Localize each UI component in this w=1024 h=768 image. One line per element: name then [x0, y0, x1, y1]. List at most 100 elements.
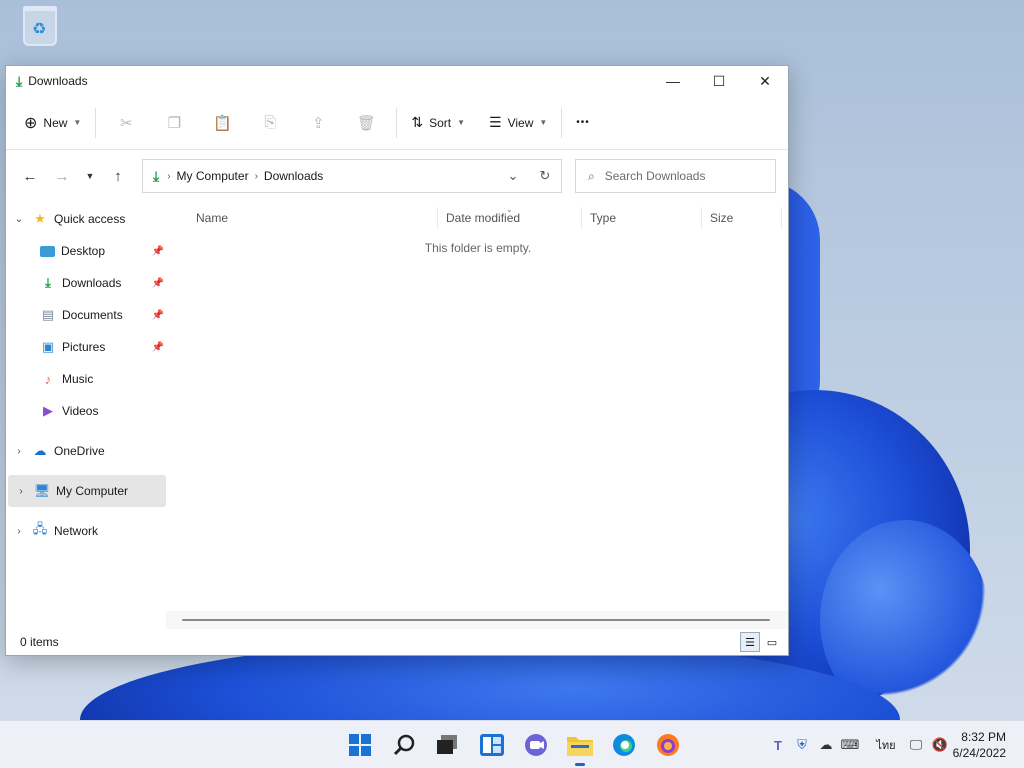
volume-muted-icon[interactable]: 🔇	[928, 737, 952, 753]
chevron-right-icon[interactable]: ›	[6, 526, 32, 537]
details-view-button[interactable]: ☰	[740, 632, 760, 652]
minimize-button[interactable]: —	[650, 66, 696, 96]
clock[interactable]: 8:32 PM 6/24/2022	[952, 729, 1024, 761]
scrollbar-thumb[interactable]	[182, 619, 770, 621]
recent-locations-button[interactable]: ▼	[78, 160, 102, 192]
pin-icon: 📌	[151, 245, 164, 257]
breadcrumb-downloads[interactable]: Downloads	[264, 169, 323, 183]
arrow-up-icon: ↑	[114, 167, 122, 185]
breadcrumb-my-computer[interactable]: My Computer	[177, 169, 249, 183]
nav-desktop[interactable]: Desktop 📌	[6, 235, 166, 267]
details-view-icon: ☰	[745, 636, 755, 649]
copy-icon[interactable]: ❐	[150, 107, 198, 139]
window-title: Downloads	[28, 74, 88, 88]
video-icon: ▶	[43, 403, 53, 418]
windows-logo-icon	[349, 734, 371, 756]
close-button[interactable]: ✕	[742, 66, 788, 96]
star-icon: ★	[34, 211, 46, 226]
chevron-right-icon[interactable]: ›	[6, 446, 32, 457]
computer-icon: 🖥	[33, 483, 51, 498]
network-tray-icon[interactable]: 🖵	[904, 737, 928, 753]
document-icon: ▤	[41, 307, 55, 322]
chevron-down-icon: ▼	[73, 118, 82, 127]
sort-button[interactable]: ⇅ Sort ▼	[403, 107, 473, 139]
taskbar: T ⛨ ☁ ⌨ ไทย 🖵 🔇 8:32 PM 6/24/2022	[0, 720, 1024, 768]
column-header-type[interactable]: Type	[582, 207, 702, 229]
nav-label: Pictures	[62, 340, 106, 354]
nav-downloads[interactable]: ⤓ Downloads 📌	[6, 267, 166, 299]
paste-icon[interactable]: 📋	[198, 107, 246, 139]
teams-chat-icon	[525, 734, 547, 756]
nav-onedrive[interactable]: › ☁ OneDrive	[6, 435, 166, 467]
file-explorer-taskbar-button[interactable]	[558, 721, 602, 768]
nav-my-computer[interactable]: › 🖥 My Computer	[8, 475, 166, 507]
search-box[interactable]: ⌕	[575, 159, 776, 193]
nav-videos[interactable]: ▶ Videos	[6, 395, 166, 427]
pictures-icon: ▣	[41, 339, 55, 354]
nav-label: Music	[62, 372, 94, 386]
item-count: 0 items	[20, 635, 59, 649]
forward-button[interactable]: →	[46, 160, 78, 192]
recycle-bin-icon: ♻	[23, 6, 57, 46]
nav-music[interactable]: ♪ Music	[6, 363, 166, 395]
column-header-size[interactable]: Size	[702, 207, 782, 229]
download-arrow-icon: ⤓	[16, 72, 23, 89]
view-list-icon: ☰	[489, 114, 502, 130]
column-header-date-modified[interactable]: ⌄ Date modified	[438, 205, 582, 229]
search-taskbar-button[interactable]	[382, 721, 426, 768]
security-shield-icon[interactable]: ⛨	[790, 737, 814, 753]
start-button[interactable]	[338, 721, 382, 768]
maximize-button[interactable]: ☐	[696, 66, 742, 96]
more-options-button[interactable]: •••	[568, 107, 598, 139]
cut-icon[interactable]: ✂	[102, 107, 150, 139]
cloud-offline-icon[interactable]: ☁	[814, 737, 838, 753]
system-tray: T ⛨ ☁ ⌨ ไทย 🖵 🔇 8:32 PM 6/24/2022	[766, 721, 1024, 768]
address-bar[interactable]: ⤓ › My Computer › Downloads ⌄ ↻	[142, 159, 562, 193]
nav-network[interactable]: › 🖧 Network	[6, 515, 166, 547]
column-header-name[interactable]: Name	[166, 207, 438, 229]
nav-quick-access[interactable]: ⌄ ★ Quick access	[6, 203, 166, 235]
task-view-icon	[437, 735, 457, 754]
chevron-right-icon[interactable]: ›	[8, 486, 34, 497]
nav-pictures[interactable]: ▣ Pictures 📌	[6, 331, 166, 363]
pin-icon: 📌	[151, 309, 164, 321]
delete-icon[interactable]: 🗑	[342, 107, 390, 139]
share-icon[interactable]: ⇪	[294, 107, 342, 139]
nav-label: Desktop	[61, 244, 106, 258]
nav-label: Videos	[62, 404, 99, 418]
firefox-button[interactable]	[646, 721, 690, 768]
refresh-icon[interactable]: ↻	[529, 168, 561, 184]
chevron-down-icon[interactable]: ⌄	[6, 214, 32, 225]
clock-time: 8:32 PM	[961, 730, 1006, 744]
edge-icon	[613, 734, 635, 756]
arrow-right-icon: →	[54, 167, 70, 185]
back-button[interactable]: ←	[14, 160, 46, 192]
chat-button[interactable]	[514, 721, 558, 768]
title-bar[interactable]: ⤓ Downloads — ☐ ✕	[6, 66, 788, 96]
view-label: View	[507, 115, 534, 130]
desktop-icon	[40, 245, 55, 257]
tiles-view-button[interactable]: ▭	[762, 632, 782, 652]
download-arrow-icon: ⤓	[45, 275, 51, 290]
file-list-area[interactable]: Name ⌄ Date modified Type Size This fold…	[166, 203, 788, 629]
input-language-indicator[interactable]: ไทย	[868, 736, 904, 754]
address-history-chevron-icon[interactable]: ⌄	[497, 168, 529, 184]
task-view-button[interactable]	[426, 721, 470, 768]
nav-label: Downloads	[62, 276, 122, 290]
nav-label: Documents	[62, 308, 123, 322]
desktop-icon-recycle-bin[interactable]: ♻	[14, 6, 66, 46]
edge-button[interactable]	[602, 721, 646, 768]
view-button[interactable]: ☰ View ▼	[481, 107, 555, 139]
horizontal-scrollbar[interactable]	[166, 611, 788, 629]
new-button[interactable]: ⊕ New ▼	[16, 107, 89, 139]
widgets-button[interactable]	[470, 721, 514, 768]
nav-documents[interactable]: ▤ Documents 📌	[6, 299, 166, 331]
clock-date: 6/24/2022	[952, 746, 1006, 760]
teams-tray-icon[interactable]: T	[766, 738, 790, 753]
search-input[interactable]	[604, 169, 765, 183]
up-button[interactable]: ↑	[102, 160, 134, 192]
keyboard-icon[interactable]: ⌨	[838, 737, 862, 753]
sort-icon: ⇅	[411, 114, 424, 130]
column-headers: Name ⌄ Date modified Type Size	[166, 203, 788, 233]
rename-icon[interactable]: ⎘	[246, 107, 294, 139]
